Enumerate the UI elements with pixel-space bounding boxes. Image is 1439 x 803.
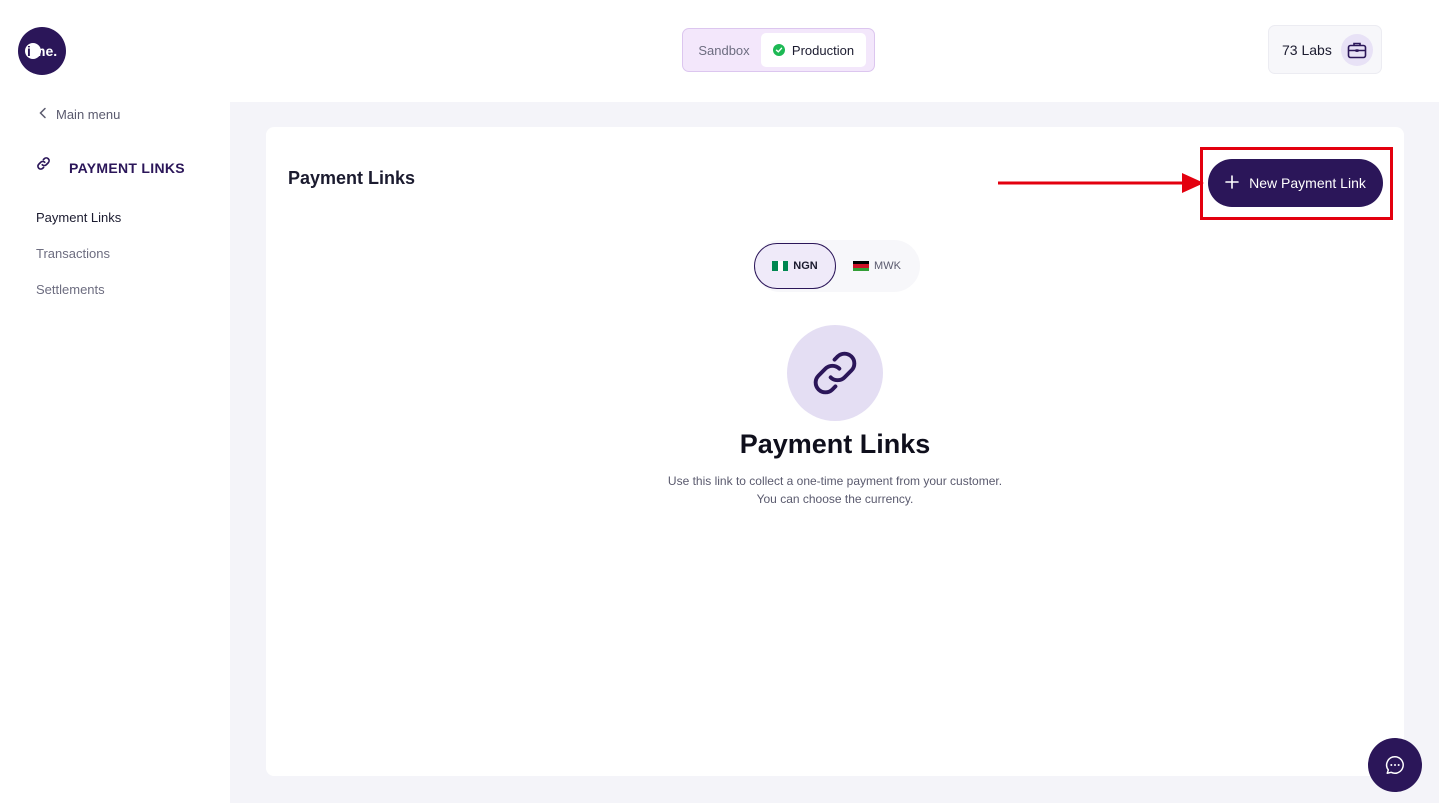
app-root: i me. Sandbox Production 73 Labs Main me…	[0, 0, 1439, 803]
nigeria-flag-icon	[772, 261, 789, 271]
env-option-production[interactable]: Production	[761, 33, 866, 67]
empty-state-link-icon	[787, 325, 883, 421]
sidebar-section-header: PAYMENT LINKS	[36, 156, 185, 176]
link-icon	[813, 351, 857, 395]
svg-text:me.: me.	[33, 43, 57, 59]
chat-bubble-icon	[1385, 756, 1404, 774]
env-option-label: Sandbox	[698, 42, 750, 58]
check-circle-icon	[772, 44, 785, 56]
malawi-flag-icon	[853, 261, 870, 271]
annotation-arrow-icon	[998, 173, 1204, 193]
logo-mark-icon: i me.	[25, 43, 57, 59]
environment-toggle: Sandbox Production	[682, 28, 875, 72]
chat-support-button[interactable]	[1368, 738, 1422, 792]
currency-code: NGN	[793, 260, 818, 272]
sidebar-section-title: PAYMENT LINKS	[69, 160, 185, 176]
new-payment-link-label: New Payment Link	[1249, 175, 1366, 191]
env-option-sandbox[interactable]: Sandbox	[687, 33, 761, 67]
back-to-main-menu[interactable]: Main menu	[38, 107, 120, 122]
payment-links-card: Payment Links New Payment Link NGN MWK P…	[266, 127, 1404, 776]
currency-option-mwk[interactable]: MWK	[836, 243, 918, 289]
new-payment-link-button[interactable]: New Payment Link	[1208, 159, 1383, 207]
account-switcher[interactable]: 73 Labs	[1268, 25, 1382, 74]
sidebar-nav: Payment Links Transactions Settlements	[36, 210, 121, 318]
svg-text:i: i	[27, 43, 31, 59]
sidebar-item-payment-links[interactable]: Payment Links	[36, 210, 121, 246]
link-icon	[36, 156, 51, 176]
currency-option-ngn[interactable]: NGN	[754, 243, 836, 289]
briefcase-icon	[1340, 33, 1373, 66]
empty-state-line-1: Use this link to collect a one-time paym…	[667, 474, 1003, 488]
plus-icon	[1225, 174, 1239, 192]
empty-state-title: Payment Links	[739, 429, 931, 459]
account-name: 73 Labs	[1282, 41, 1332, 58]
main-content: Payment Links New Payment Link NGN MWK P…	[230, 102, 1439, 803]
empty-state-description: Use this link to collect a one-time paym…	[266, 472, 1404, 508]
page-title: Payment Links	[288, 168, 416, 188]
sidebar-item-settlements[interactable]: Settlements	[36, 282, 121, 318]
back-link-label: Main menu	[56, 107, 121, 122]
sidebar: Main menu PAYMENT LINKS Payment Links Tr…	[0, 102, 230, 803]
brand-logo[interactable]: i me.	[18, 27, 66, 75]
currency-code: MWK	[874, 260, 901, 272]
chevron-left-icon	[38, 107, 48, 122]
env-option-label: Production	[791, 42, 855, 58]
empty-state-line-2: You can choose the currency.	[756, 492, 914, 506]
sidebar-item-transactions[interactable]: Transactions	[36, 246, 121, 282]
currency-toggle: NGN MWK	[754, 240, 920, 292]
